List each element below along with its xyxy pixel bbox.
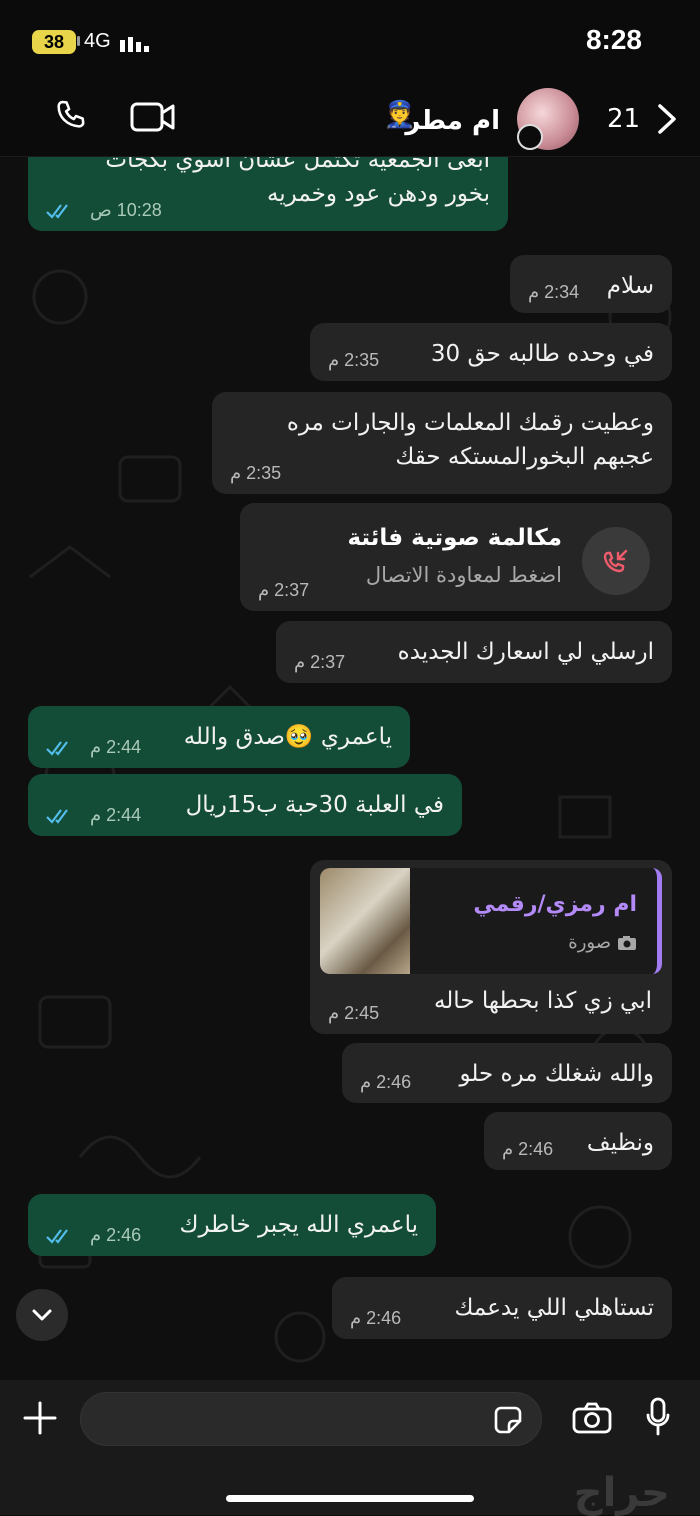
message-time: 2:37 م <box>294 652 346 672</box>
missed-call-bubble[interactable]: مكالمة صوتية فائتة اضغط لمعاودة الاتصال … <box>240 503 672 611</box>
watermark-logo: حراج <box>573 1470 670 1516</box>
quoted-message[interactable]: ام رمزي/رقمي صورة <box>320 868 662 974</box>
message-bubble-outgoing[interactable]: ياعمري الله يجبر خاطرك 2:46 م <box>28 1194 436 1256</box>
quoted-sender-name: ام رمزي/رقمي <box>473 892 637 917</box>
unread-count: 21 <box>607 104 641 134</box>
chat-area[interactable]: ابغى الجمعية تكتمل عشان اسوي بكجات بخور … <box>0 157 700 1380</box>
quoted-media-label: صورة <box>568 932 637 953</box>
scroll-to-bottom-button[interactable] <box>16 1289 68 1341</box>
message-bubble-outgoing[interactable]: في العلبة 30حبة ب15ريال 2:44 م <box>28 774 462 836</box>
read-ticks-icon <box>46 809 68 824</box>
message-bubble-outgoing[interactable]: ابغى الجمعية تكتمل عشان اسوي بكجات بخور … <box>28 157 508 231</box>
read-ticks-icon <box>46 741 68 756</box>
message-bubble-incoming[interactable]: وعطيت رقمك المعلمات والجارات مره عجبهم ا… <box>212 392 672 494</box>
quoted-photo-thumbnail <box>320 868 410 974</box>
video-call-icon[interactable] <box>130 100 176 134</box>
network-label: 4G <box>84 30 111 52</box>
message-bubble-incoming[interactable]: في وحده طالبه حق 30 2:35 م <box>310 323 672 381</box>
message-bubble-incoming[interactable]: تستاهلي اللي يدعمك 2:46 م <box>332 1277 672 1339</box>
battery-indicator: 38 <box>32 30 76 54</box>
message-time: 2:34 م <box>528 282 580 302</box>
message-text: عجبهم البخورالمستكه حقك <box>395 444 654 470</box>
message-time: 10:28 ص <box>90 200 162 220</box>
signal-icon <box>120 37 149 52</box>
message-time: 2:44 م <box>90 737 142 757</box>
clock: 8:28 <box>585 24 642 55</box>
message-text: ابي زي كذا بحطها حاله <box>433 988 652 1014</box>
home-indicator[interactable] <box>226 1495 474 1502</box>
contact-name[interactable]: ام مطر <box>405 106 500 136</box>
read-ticks-icon <box>46 204 68 219</box>
message-time: 2:46 م <box>90 1225 142 1245</box>
read-ticks-icon <box>46 1229 68 1244</box>
plus-icon[interactable] <box>22 1400 58 1436</box>
message-time: 2:35 م <box>328 350 380 370</box>
camera-small-icon <box>618 936 636 950</box>
message-time: 2:37 م <box>258 580 310 600</box>
phone-icon[interactable] <box>52 98 90 136</box>
message-bubble-incoming[interactable]: ونظيف 2:46 م <box>484 1112 672 1170</box>
chevron-down-icon <box>32 1309 52 1321</box>
disappearing-timer-icon <box>517 124 543 150</box>
chat-header: 👮 ام مطر 21 <box>0 80 700 157</box>
message-time: 2:44 م <box>90 805 142 825</box>
missed-call-title: مكالمة صوتية فائتة <box>347 525 562 551</box>
chevron-right-icon[interactable] <box>654 102 680 136</box>
message-text: ارسلي لي اسعارك الجديده <box>397 639 654 665</box>
message-time: 2:35 م <box>230 463 282 483</box>
sticker-icon[interactable] <box>493 1405 523 1435</box>
microphone-icon[interactable] <box>645 1397 671 1437</box>
missed-call-icon[interactable] <box>582 527 650 595</box>
message-text: ابغى الجمعية تكتمل عشان اسوي بكجات <box>105 157 490 173</box>
message-bubble-incoming[interactable]: ارسلي لي اسعارك الجديده 2:37 م <box>276 621 672 683</box>
message-time: 2:45 م <box>328 1003 380 1023</box>
message-time: 2:46 م <box>360 1072 412 1092</box>
message-text: وعطيت رقمك المعلمات والجارات مره <box>286 410 654 436</box>
message-bubble-outgoing[interactable]: ياعمري 🥹صدق والله 2:44 م <box>28 706 410 768</box>
message-bubble-incoming[interactable]: سلام 2:34 م <box>510 255 672 313</box>
missed-call-subtitle: اضغط لمعاودة الاتصال <box>365 563 562 587</box>
message-time: 2:46 م <box>502 1139 554 1159</box>
status-bar: 38 4G 8:28 <box>0 0 700 80</box>
message-time: 2:46 م <box>350 1308 402 1328</box>
battery-tip <box>77 36 80 46</box>
camera-icon[interactable] <box>572 1402 612 1434</box>
message-input[interactable] <box>80 1392 542 1446</box>
message-bubble-incoming[interactable]: والله شغلك مره حلو 2:46 م <box>342 1043 672 1103</box>
reply-message-bubble[interactable]: ام رمزي/رقمي صورة ابي زي كذا بحطها حاله … <box>310 860 672 1034</box>
